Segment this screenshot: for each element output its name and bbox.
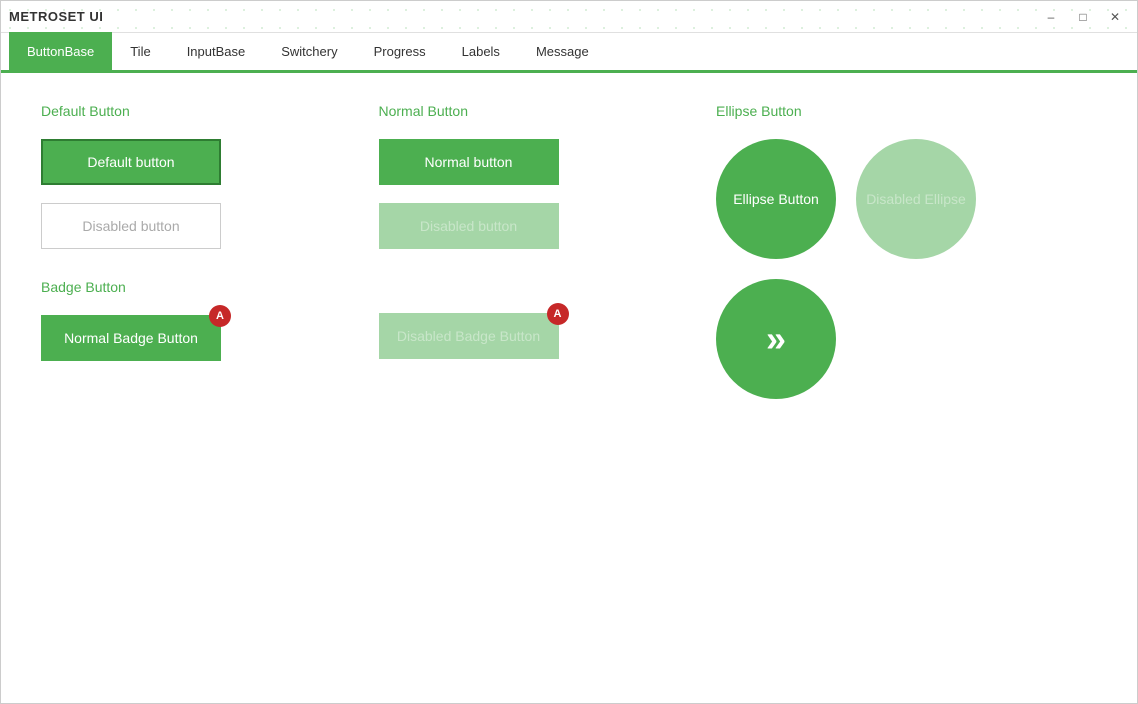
normal-button-column: Normal Button Normal button Disabled but… [379,103,717,419]
disabled-badge: A [547,303,569,325]
ellipse-button-arrow[interactable]: » [716,279,836,399]
tab-switchery[interactable]: Switchery [263,32,355,70]
disabled-badge-button: Disabled Badge Button [379,313,559,359]
app-title: METROSET UI [9,9,103,24]
title-bar-decoration [1,1,1137,32]
main-content: Default Button Default button Disabled b… [1,73,1137,449]
disabled-badge-button-section: A Disabled Badge Button [379,279,697,377]
ellipse-button-disabled: Disabled Ellipse [856,139,976,259]
ellipse-button-normal[interactable]: Ellipse Button [716,139,836,259]
default-button-section-title: Default Button [41,103,359,119]
default-button-normal[interactable]: Default button [41,139,221,185]
normal-button[interactable]: Normal button [379,139,559,185]
default-button-column: Default Button Default button Disabled b… [41,103,379,419]
maximize-button[interactable]: □ [1069,7,1097,27]
window-controls: – □ ✕ [1037,7,1129,27]
tab-message[interactable]: Message [518,32,607,70]
close-button[interactable]: ✕ [1101,7,1129,27]
badge-button-section-title: Badge Button [41,279,359,295]
default-button-disabled: Disabled button [41,203,221,249]
tab-tile[interactable]: Tile [112,32,168,70]
ellipse-button-section-title: Ellipse Button [716,103,1097,119]
disabled-badge-button-wrapper: A Disabled Badge Button [379,313,559,359]
tab-inputbase[interactable]: InputBase [169,32,264,70]
ellipse-button-column: Ellipse Button Ellipse Button Disabled E… [716,103,1097,419]
normal-badge: A [209,305,231,327]
tab-buttonbase[interactable]: ButtonBase [9,32,112,70]
normal-button-section-title: Normal Button [379,103,697,119]
badge-button-section: Badge Button A Normal Badge Button [41,279,359,379]
tab-progress[interactable]: Progress [356,32,444,70]
ellipse-row-2: » [716,279,1097,399]
ellipse-row-1: Ellipse Button Disabled Ellipse [716,139,1097,259]
minimize-button[interactable]: – [1037,7,1065,27]
normal-badge-button-wrapper: A Normal Badge Button [41,315,221,361]
chevron-right-icon: » [766,318,786,360]
tab-labels[interactable]: Labels [444,32,518,70]
normal-badge-button[interactable]: Normal Badge Button [41,315,221,361]
normal-button-disabled: Disabled button [379,203,559,249]
title-bar: METROSET UI – □ ✕ [1,1,1137,33]
nav-bar: ButtonBase Tile InputBase Switchery Prog… [1,33,1137,73]
